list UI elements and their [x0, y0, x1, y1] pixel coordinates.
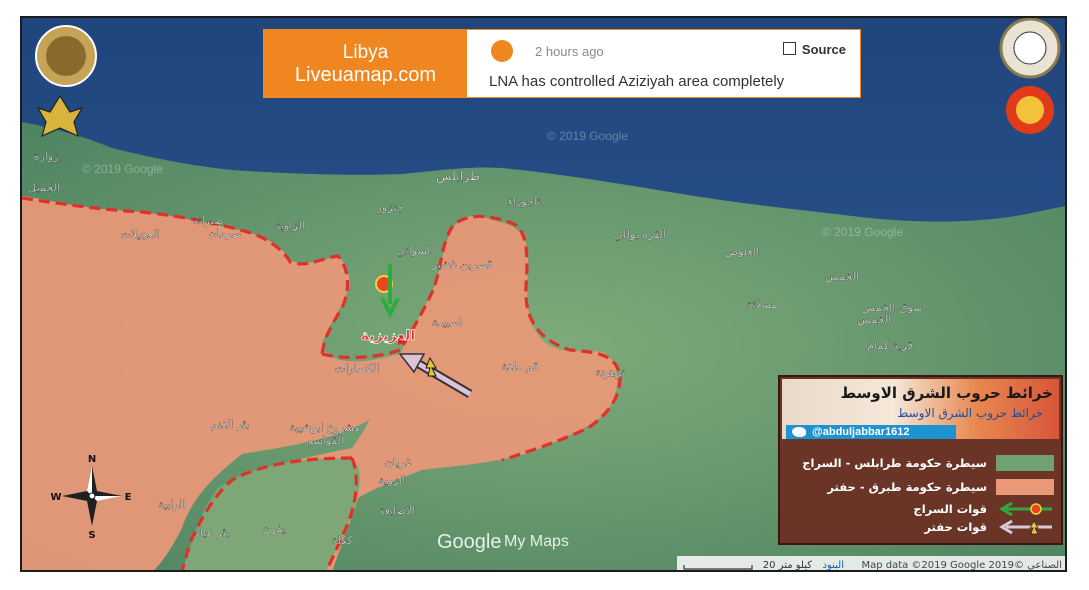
map-frame: © 2019 Google © 2019 Google © 2019 Googl… [0, 0, 1089, 590]
frame-border [20, 16, 1067, 572]
